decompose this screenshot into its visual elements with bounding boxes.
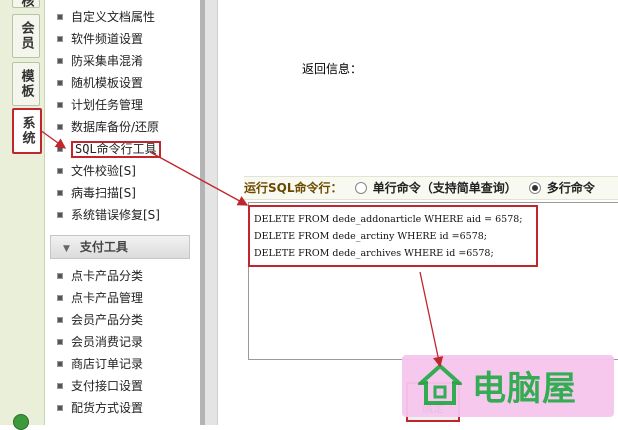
tab-template-label: 模板 bbox=[18, 69, 34, 99]
status-indicator-icon bbox=[13, 414, 29, 430]
bullet-icon bbox=[57, 360, 63, 367]
bullet-icon bbox=[57, 123, 63, 130]
sql-mode-bar: 运行SQL命令行： 单行命令（支持简单查询） 多行命令 bbox=[244, 176, 618, 200]
menu-item-member-spend[interactable]: 会员消费记录 bbox=[57, 333, 143, 351]
tab-partial-label: 核 bbox=[18, 0, 34, 9]
menu-item-label: 病毒扫描[S] bbox=[71, 186, 136, 200]
menu-item-label: 数据库备份/还原 bbox=[71, 120, 160, 134]
menu-item-member-product[interactable]: 会员产品分类 bbox=[57, 311, 143, 329]
sql-line: DELETE FROM dede_addonarticle WHERE aid … bbox=[254, 214, 523, 225]
watermark-logo: 电脑屋 bbox=[402, 355, 614, 417]
menu-item-label: 文件校验[S] bbox=[71, 164, 136, 178]
bullet-icon bbox=[57, 13, 63, 20]
menu-item-software-channel[interactable]: 软件频道设置 bbox=[57, 30, 143, 48]
tab-system[interactable]: 系统 bbox=[12, 108, 42, 154]
sidebar-menu: 自定义文档属性 软件频道设置 防采集串混淆 随机模板设置 计划任务管理 数据库备… bbox=[45, 0, 200, 425]
menu-item-custom-attr[interactable]: 自定义文档属性 bbox=[57, 8, 155, 26]
menu-item-virus-scan[interactable]: 病毒扫描[S] bbox=[57, 184, 136, 202]
bullet-icon bbox=[57, 382, 63, 389]
return-info-label: 返回信息： bbox=[302, 62, 363, 76]
module-tab-strip: 核 会员 模板 系统 bbox=[0, 0, 45, 430]
bullet-icon bbox=[57, 35, 63, 42]
menu-item-label: 会员产品分类 bbox=[71, 313, 144, 327]
menu-item-label: 商店订单记录 bbox=[71, 357, 144, 371]
bullet-icon bbox=[57, 189, 63, 196]
menu-item-label: SQL命令行工具 bbox=[71, 141, 161, 158]
menu-item-card-category[interactable]: 点卡产品分类 bbox=[57, 267, 143, 285]
watermark-text: 电脑屋 bbox=[472, 369, 577, 409]
chevron-down-icon: ▼ bbox=[63, 244, 70, 254]
bullet-icon bbox=[57, 338, 63, 345]
menu-item-label: 支付接口设置 bbox=[71, 379, 144, 393]
menu-item-scheduled-tasks[interactable]: 计划任务管理 bbox=[57, 96, 143, 114]
single-line-option-label: 单行命令（支持简单查询） bbox=[372, 181, 517, 195]
bullet-icon bbox=[57, 211, 63, 218]
section-header-payment[interactable]: ▼ 支付工具 bbox=[50, 235, 190, 259]
menu-item-file-check[interactable]: 文件校验[S] bbox=[57, 162, 136, 180]
sql-line: DELETE FROM dede_archives WHERE id =6578… bbox=[254, 248, 494, 259]
section-header-label: 支付工具 bbox=[79, 240, 128, 254]
tab-template[interactable]: 模板 bbox=[12, 62, 40, 106]
menu-item-random-template[interactable]: 随机模板设置 bbox=[57, 74, 143, 92]
menu-item-label: 随机模板设置 bbox=[71, 76, 144, 90]
menu-item-label: 系统错误修复[S] bbox=[71, 208, 160, 222]
menu-item-error-repair[interactable]: 系统错误修复[S] bbox=[57, 206, 160, 224]
menu-item-label: 点卡产品管理 bbox=[71, 291, 144, 305]
menu-item-delivery[interactable]: 配货方式设置 bbox=[57, 399, 143, 417]
bullet-icon bbox=[57, 167, 63, 174]
multi-line-radio[interactable] bbox=[528, 181, 541, 194]
frame-splitter-gutter bbox=[205, 0, 218, 425]
menu-item-label: 会员消费记录 bbox=[71, 335, 144, 349]
menu-item-label: 自定义文档属性 bbox=[71, 10, 156, 24]
menu-item-shop-orders[interactable]: 商店订单记录 bbox=[57, 355, 143, 373]
menu-item-anti-scrape[interactable]: 防采集串混淆 bbox=[57, 52, 143, 70]
tab-system-label: 系统 bbox=[19, 116, 35, 146]
menu-item-label: 计划任务管理 bbox=[71, 98, 144, 112]
bullet-icon bbox=[57, 57, 63, 64]
menu-item-sql-tool[interactable]: SQL命令行工具 bbox=[57, 140, 161, 158]
tab-member-label: 会员 bbox=[18, 21, 34, 51]
menu-item-label: 配货方式设置 bbox=[71, 401, 144, 415]
run-sql-label: 运行SQL命令行： bbox=[244, 181, 343, 195]
bullet-icon bbox=[57, 101, 63, 108]
sql-line: DELETE FROM dede_arctiny WHERE id =6578; bbox=[254, 231, 487, 242]
menu-item-label: 软件频道设置 bbox=[71, 32, 144, 46]
tab-partial-top[interactable]: 核 bbox=[12, 0, 40, 9]
menu-item-payment-api[interactable]: 支付接口设置 bbox=[57, 377, 143, 395]
menu-item-label: 防采集串混淆 bbox=[71, 54, 144, 68]
bullet-icon bbox=[57, 272, 63, 279]
menu-item-label: 点卡产品分类 bbox=[71, 269, 144, 283]
tab-member[interactable]: 会员 bbox=[12, 14, 40, 58]
house-logo-icon bbox=[418, 363, 462, 405]
bullet-icon bbox=[57, 404, 63, 411]
menu-item-db-backup[interactable]: 数据库备份/还原 bbox=[57, 118, 159, 136]
bullet-icon bbox=[57, 294, 63, 301]
bullet-icon bbox=[57, 145, 63, 152]
single-line-radio[interactable] bbox=[354, 181, 367, 194]
bullet-icon bbox=[57, 316, 63, 323]
menu-item-card-manage[interactable]: 点卡产品管理 bbox=[57, 289, 143, 307]
sql-text-highlight[interactable]: DELETE FROM dede_addonarticle WHERE aid … bbox=[248, 205, 538, 267]
bullet-icon bbox=[57, 79, 63, 86]
multi-line-option-label: 多行命令 bbox=[546, 181, 595, 195]
